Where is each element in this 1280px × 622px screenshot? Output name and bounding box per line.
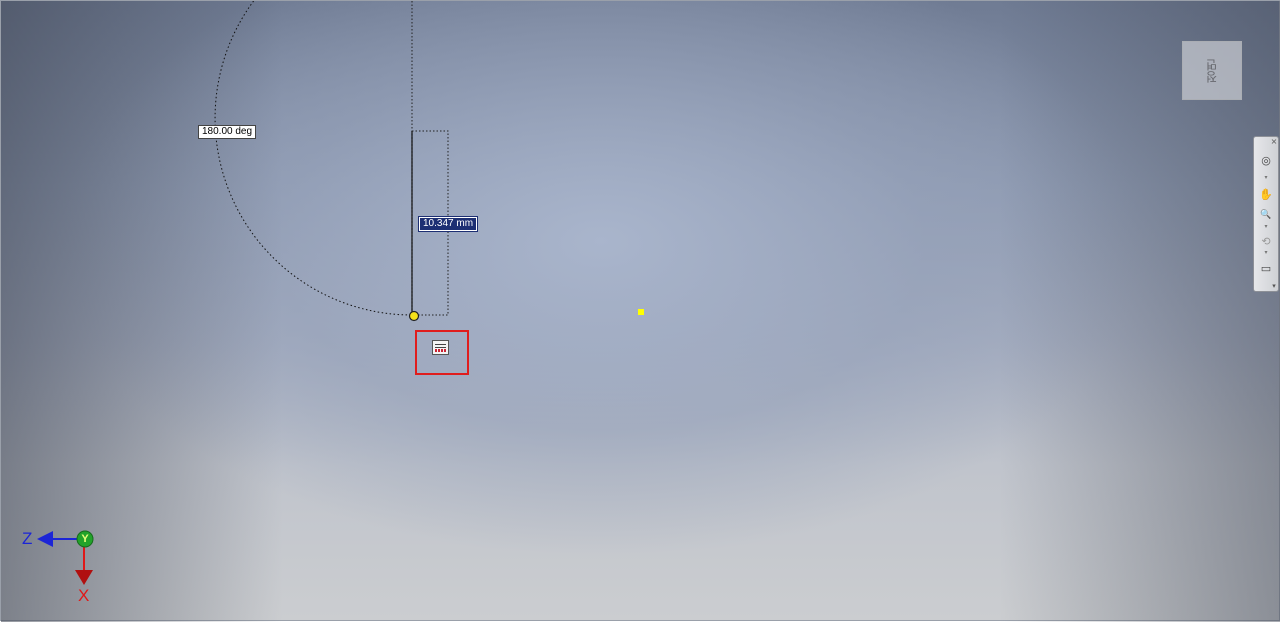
- icon-bar: [435, 347, 446, 348]
- viewcube[interactable]: 정면: [1182, 41, 1242, 100]
- viewcube-front-face[interactable]: 정면: [1199, 50, 1225, 92]
- triad-z-label: Z: [22, 529, 33, 548]
- construction-linetype-icon[interactable]: [432, 340, 449, 355]
- endpoint-coincident-marker[interactable]: [408, 310, 420, 322]
- length-dimension-input[interactable]: 10.347 mm: [417, 216, 479, 232]
- preview-arc: [214, 1, 413, 316]
- look-at-icon[interactable]: ▭: [1257, 261, 1275, 277]
- steering-wheel-icon[interactable]: ◎: [1257, 153, 1275, 169]
- close-icon[interactable]: ×: [1270, 138, 1278, 146]
- chevron-down-icon[interactable]: ▾: [1257, 250, 1275, 256]
- triad-y-label: Y: [81, 533, 89, 545]
- icon-pattern: [435, 349, 446, 352]
- sketch-point[interactable]: [638, 309, 644, 315]
- angle-dimension-input[interactable]: 180.00 deg: [198, 125, 257, 139]
- graphics-window[interactable]: 180.00 deg 10.347 mm 정면 × ◎ ▾ ✋ 🔍 ▾ ⟲ ▾ …: [0, 0, 1280, 622]
- triad-x-label: X: [78, 586, 90, 605]
- icon-bar: [435, 344, 446, 345]
- chevron-down-icon[interactable]: ▾: [1257, 175, 1275, 181]
- customize-menu-icon[interactable]: ▾: [1270, 282, 1278, 290]
- navigation-bar[interactable]: × ◎ ▾ ✋ 🔍 ▾ ⟲ ▾ ▭ ▾: [1253, 136, 1279, 292]
- chevron-down-icon[interactable]: ▾: [1257, 224, 1275, 230]
- zoom-icon[interactable]: 🔍: [1257, 207, 1275, 223]
- orbit-icon[interactable]: ⟲: [1257, 234, 1275, 250]
- pan-icon[interactable]: ✋: [1257, 187, 1275, 203]
